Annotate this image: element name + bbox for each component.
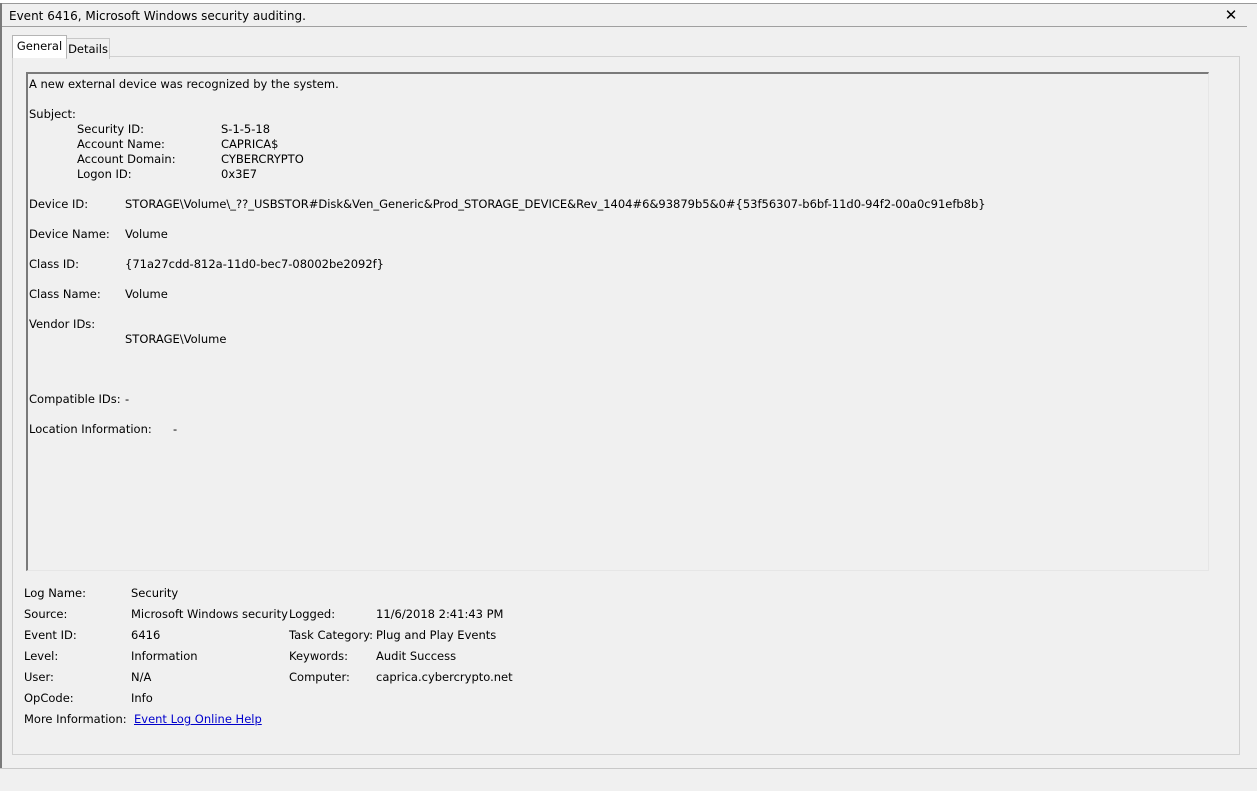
title-bar: Event 6416, Microsoft Windows security a… (2, 4, 1247, 27)
account-domain-value: CYBERCRYPTO (221, 152, 304, 166)
location-info-label: Location Information: (29, 422, 152, 436)
class-name-label: Class Name: (29, 287, 101, 301)
event-id-value: 6416 (131, 628, 161, 642)
window-title: Event 6416, Microsoft Windows security a… (9, 9, 306, 23)
device-id-value: STORAGE\Volume\_??_USBSTOR#Disk&Ven_Gene… (125, 197, 986, 211)
task-category-value: Plug and Play Events (376, 628, 497, 642)
compatible-ids-value: - (125, 392, 130, 406)
user-label: User: (24, 670, 54, 684)
close-icon[interactable]: ✕ (1221, 5, 1241, 25)
computer-value: caprica.cybercrypto.net (376, 670, 513, 684)
message-intro: A new external device was recognized by … (29, 77, 339, 91)
logon-id-value: 0x3E7 (221, 167, 258, 181)
window-left-border (0, 3, 2, 768)
task-category-label: Task Category: (289, 628, 374, 642)
logged-label: Logged: (289, 607, 336, 621)
user-value: N/A (131, 670, 152, 684)
device-name-value: Volume (125, 227, 168, 241)
level-value: Information (131, 649, 198, 663)
location-info-value: - (173, 422, 178, 436)
class-name-value: Volume (125, 287, 168, 301)
device-name-label: Device Name: (29, 227, 110, 241)
event-message-box[interactable] (26, 72, 1209, 571)
event-id-label: Event ID: (24, 628, 77, 642)
event-log-online-help-link[interactable]: Event Log Online Help (134, 712, 262, 726)
class-id-label: Class ID: (29, 257, 80, 271)
tab-general[interactable]: General (12, 35, 67, 58)
device-id-label: Device ID: (29, 197, 89, 211)
compatible-ids-label: Compatible IDs: (29, 392, 121, 406)
account-domain-label: Account Domain: (77, 152, 176, 166)
subject-label: Subject: (29, 107, 76, 121)
opcode-label: OpCode: (24, 691, 74, 705)
tab-details[interactable]: Details (66, 38, 110, 59)
log-name-value: Security (131, 586, 179, 600)
source-value: Microsoft Windows security (131, 607, 288, 621)
source-label: Source: (24, 607, 68, 621)
logged-value: 11/6/2018 2:41:43 PM (376, 607, 504, 621)
security-id-label: Security ID: (77, 122, 145, 136)
class-id-value: {71a27cdd-812a-11d0-bec7-08002be2092f} (125, 257, 385, 271)
account-name-value: CAPRICA$ (221, 137, 279, 151)
vendor-ids-label: Vendor IDs: (29, 317, 96, 331)
opcode-value: Info (131, 691, 153, 705)
vendor-ids-value: STORAGE\Volume (125, 332, 227, 346)
keywords-label: Keywords: (289, 649, 348, 663)
computer-label: Computer: (289, 670, 350, 684)
account-name-label: Account Name: (77, 137, 165, 151)
keywords-value: Audit Success (376, 649, 457, 663)
logon-id-label: Logon ID: (77, 167, 132, 181)
log-name-label: Log Name: (24, 586, 86, 600)
more-info-label: More Information: (24, 712, 127, 726)
level-label: Level: (24, 649, 59, 663)
security-id-value: S-1-5-18 (221, 122, 271, 136)
bottom-bar (0, 768, 1257, 791)
